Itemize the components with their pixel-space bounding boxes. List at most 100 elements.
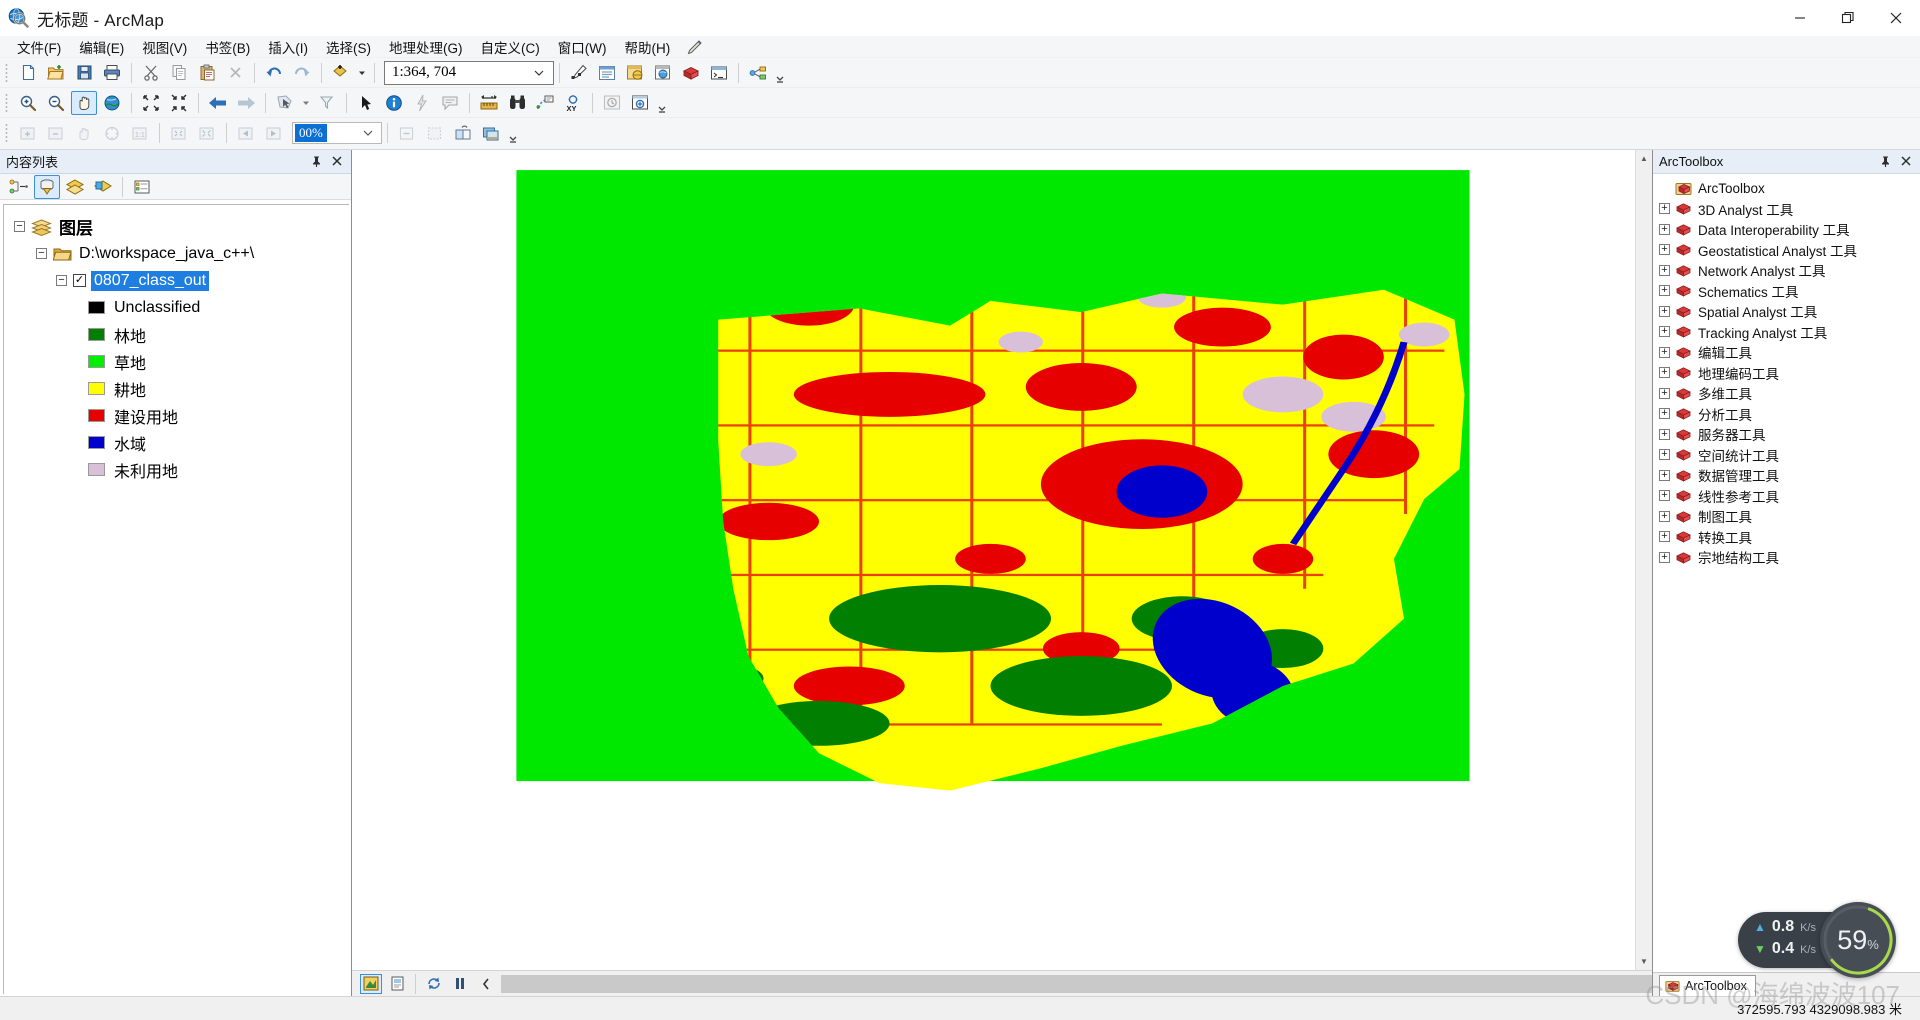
expander-expand-icon[interactable]: + (1659, 510, 1670, 522)
layer-visibility-checkbox[interactable]: ✓ (73, 274, 86, 287)
select-elements-arrow-icon[interactable] (353, 91, 379, 115)
menu-edit[interactable]: 编辑(E) (70, 35, 133, 59)
toc-node-layers-root[interactable]: − 图层 (4, 213, 349, 240)
arctoolbox-item[interactable]: + Schematics 工具 (1659, 281, 1920, 302)
expander-expand-icon[interactable]: + (1659, 428, 1670, 440)
identify-info-icon[interactable] (381, 91, 407, 115)
restore-button[interactable] (1824, 0, 1872, 36)
expander-expand-icon[interactable]: + (1659, 346, 1670, 358)
expander-expand-icon[interactable]: + (1659, 531, 1670, 543)
pause-drawing-icon[interactable] (449, 974, 471, 994)
paste-icon[interactable] (194, 61, 220, 85)
redo-arrow-icon[interactable] (289, 61, 315, 85)
chevron-down-icon[interactable] (362, 129, 380, 137)
data-view-icon[interactable] (360, 973, 382, 994)
toc-legend-item[interactable]: Unclassified (4, 294, 349, 321)
open-folder-icon[interactable] (43, 61, 69, 85)
print-icon[interactable] (99, 61, 125, 85)
search-window-icon[interactable] (650, 61, 676, 85)
go-to-xy-icon[interactable]: XY (560, 91, 586, 115)
arctoolbox-item[interactable]: + 编辑工具 (1659, 342, 1920, 363)
swipe-icon[interactable] (450, 121, 476, 145)
catalog-window-icon[interactable] (622, 61, 648, 85)
menu-help[interactable]: 帮助(H) (615, 35, 679, 59)
menu-customize[interactable]: 自定义(C) (472, 35, 549, 59)
pan-hand-icon[interactable] (71, 90, 97, 115)
collapse-panel-icon[interactable] (475, 974, 497, 994)
menu-window[interactable]: 窗口(W) (549, 35, 616, 59)
toolbar-overflow-icon[interactable] (656, 91, 668, 115)
arctoolbox-pin-icon[interactable] (1879, 155, 1892, 168)
expander-expand-icon[interactable]: + (1659, 326, 1670, 338)
expander-expand-icon[interactable]: + (1659, 367, 1670, 379)
find-binoculars-icon[interactable] (504, 91, 530, 115)
arctoolbox-close-icon[interactable] (1900, 155, 1912, 168)
minimize-button[interactable] (1776, 0, 1824, 36)
map-scale-combobox[interactable]: 1:364, 704 (384, 60, 554, 85)
create-viewer-icon[interactable] (627, 91, 653, 115)
expander-collapse-icon[interactable]: − (14, 221, 25, 232)
expander-expand-icon[interactable]: + (1659, 490, 1670, 502)
copy-icon[interactable] (166, 61, 192, 85)
layout-view-icon[interactable] (386, 974, 408, 994)
scroll-down-arrow-icon[interactable]: ▼ (1636, 953, 1652, 970)
expander-expand-icon[interactable]: + (1659, 264, 1670, 276)
arctoolbox-item[interactable]: + 宗地结构工具 (1659, 547, 1920, 568)
arctoolbox-item[interactable]: + 转换工具 (1659, 527, 1920, 548)
toolbar-overflow-icon[interactable] (507, 121, 519, 145)
arctoolbox-item[interactable]: + 地理编码工具 (1659, 363, 1920, 384)
time-slider-icon[interactable] (599, 91, 625, 115)
image-zoom-combobox[interactable]: 00% (292, 122, 382, 144)
toc-legend-item[interactable]: 水域 (4, 429, 349, 456)
toc-legend-item[interactable]: 草地 (4, 348, 349, 375)
refresh-icon[interactable] (423, 974, 445, 994)
classified-raster-map[interactable] (352, 150, 1635, 970)
toc-node-data-frame[interactable]: − D:\workspace_java_c++\ (4, 240, 349, 267)
toolbar-grip[interactable] (4, 91, 11, 114)
toc-pin-icon[interactable] (310, 155, 323, 168)
zoom-out-icon[interactable] (43, 91, 69, 115)
arctoolbox-item[interactable]: + Geostatistical Analyst 工具 (1659, 240, 1920, 261)
hyperlink-icon[interactable] (409, 91, 435, 115)
expander-expand-icon[interactable]: + (1659, 223, 1670, 235)
arctoolbox-item[interactable]: + Network Analyst 工具 (1659, 260, 1920, 281)
arctoolbox-root-node[interactable]: ArcToolbox (1659, 178, 1920, 199)
expander-collapse-icon[interactable]: − (56, 275, 67, 286)
expander-expand-icon[interactable]: + (1659, 285, 1670, 297)
measure-ruler-icon[interactable] (476, 91, 502, 115)
editor-toolbar-icon[interactable] (566, 61, 592, 85)
arctoolbox-item[interactable]: + Tracking Analyst 工具 (1659, 322, 1920, 343)
close-button[interactable] (1872, 0, 1920, 36)
html-popup-icon[interactable] (437, 91, 463, 115)
scroll-up-arrow-icon[interactable]: ▲ (1636, 150, 1652, 167)
list-by-visibility-icon[interactable] (62, 175, 88, 199)
network-speed-widget[interactable]: ▲ 0.8 K/s ▼ 0.4 K/s 59 % (1737, 902, 1896, 978)
toc-node-layer[interactable]: − ✓ 0807_class_out (4, 267, 349, 294)
menu-bookmarks[interactable]: 书签(B) (196, 35, 259, 59)
menu-file[interactable]: 文件(F) (8, 35, 70, 59)
menu-selection[interactable]: 选择(S) (317, 35, 380, 59)
list-by-source-icon[interactable] (34, 174, 60, 199)
expander-collapse-icon[interactable]: − (36, 248, 47, 259)
expander-expand-icon[interactable]: + (1659, 469, 1670, 481)
toc-legend-item[interactable]: 未利用地 (4, 456, 349, 483)
list-by-selection-icon[interactable] (90, 175, 116, 199)
map-canvas[interactable] (352, 150, 1635, 970)
select-features-icon[interactable] (272, 91, 298, 115)
menu-insert[interactable]: 插入(I) (259, 35, 317, 59)
toc-legend-item[interactable]: 耕地 (4, 375, 349, 402)
new-document-icon[interactable] (15, 61, 41, 85)
fixed-zoom-in-icon[interactable] (138, 91, 164, 115)
clear-selection-icon[interactable] (314, 91, 340, 115)
chevron-down-icon[interactable] (533, 69, 551, 77)
tab-arctoolbox[interactable]: ArcToolbox (1659, 975, 1756, 996)
arctoolbox-icon[interactable] (678, 61, 704, 85)
arctoolbox-item[interactable]: + 数据管理工具 (1659, 465, 1920, 486)
expander-expand-icon[interactable]: + (1659, 408, 1670, 420)
expander-expand-icon[interactable]: + (1659, 305, 1670, 317)
toolbar-grip[interactable] (4, 61, 11, 84)
arctoolbox-item[interactable]: + 线性参考工具 (1659, 486, 1920, 507)
arctoolbox-item[interactable]: + 多维工具 (1659, 383, 1920, 404)
save-icon[interactable] (71, 61, 97, 85)
toolbar-overflow-icon[interactable] (774, 61, 786, 85)
